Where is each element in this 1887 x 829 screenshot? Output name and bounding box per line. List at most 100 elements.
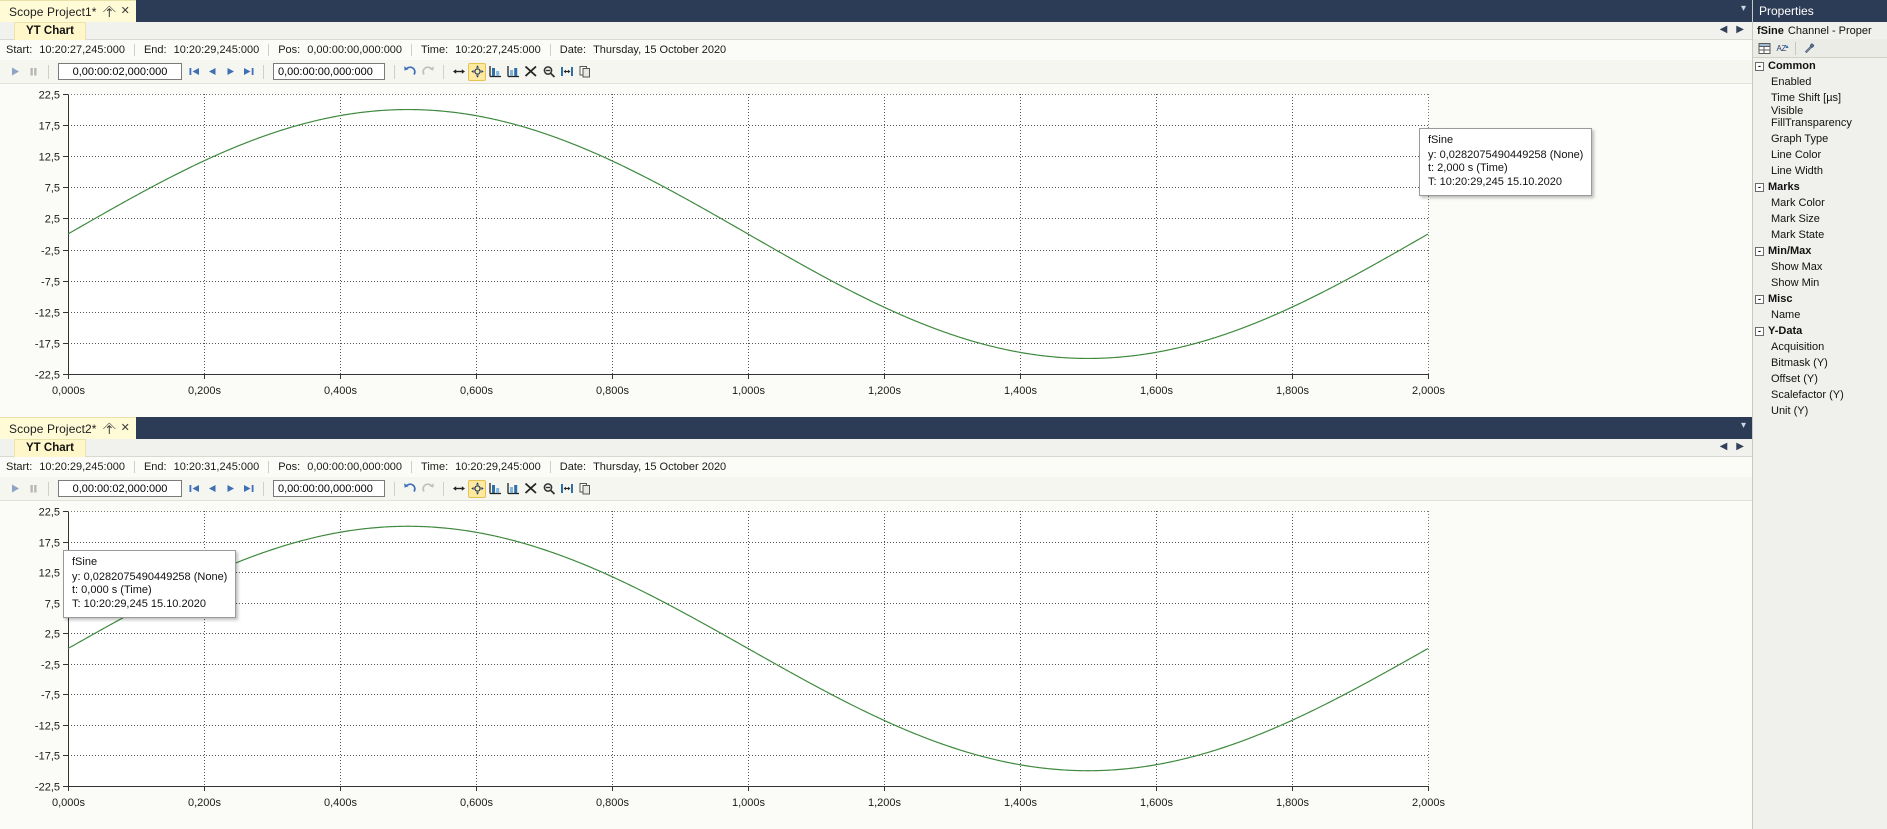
property-row-line-color[interactable]: Line Color [1753,147,1887,163]
zoom-x-icon[interactable] [504,480,522,498]
pan-horizontal-icon[interactable] [450,480,468,498]
document-tab-scope-project1[interactable]: Scope Project1* ⇱ ✕ [0,0,136,22]
close-icon[interactable]: ✕ [121,423,130,434]
property-row-filltransparency[interactable]: FillTransparency [1753,115,1887,131]
step-back-icon[interactable] [203,63,221,81]
property-row-line-width[interactable]: Line Width [1753,163,1887,179]
close-icon[interactable]: ✕ [121,6,130,17]
pause-icon[interactable] [24,63,42,81]
zoom-y-icon[interactable] [486,480,504,498]
tab-yt-chart-1[interactable]: YT Chart [14,21,86,40]
alphabetical-icon[interactable]: AZ [1774,40,1790,56]
property-row-mark-size[interactable]: Mark Size [1753,211,1887,227]
property-name: Show Min [1771,277,1820,289]
svg-text:1,800s: 1,800s [1276,385,1310,397]
copy-icon[interactable] [576,63,594,81]
pin-icon[interactable]: ⇱ [100,3,117,20]
group-collapse-icon[interactable]: - [1755,61,1764,71]
info-time-2: Time: 10:20:29,245:000 [421,461,550,473]
pan-icon[interactable] [468,479,486,498]
step-back-icon[interactable] [203,480,221,498]
go-to-start-icon[interactable] [185,480,203,498]
scroll-left-icon[interactable]: ◀ [1720,442,1728,452]
property-group-y-data[interactable]: - Y-Data [1753,323,1887,339]
copy-icon[interactable] [576,480,594,498]
redo-zoom-icon[interactable] [419,480,437,498]
svg-text:2,5: 2,5 [45,214,60,226]
property-row-acquisition[interactable]: Acquisition [1753,339,1887,355]
zoom-y-icon[interactable] [486,63,504,81]
svg-text:0,200s: 0,200s [188,797,222,809]
duration-input-1[interactable]: 0,00:00:02,000:000 [58,63,182,80]
property-group-min-max[interactable]: - Min/Max [1753,243,1887,259]
svg-text:-2,5: -2,5 [41,246,60,258]
undo-zoom-icon[interactable] [401,480,419,498]
tabstrip-overflow-chevron-down-icon[interactable]: ▾ [1741,421,1746,431]
go-to-end-icon[interactable] [239,480,257,498]
group-collapse-icon[interactable]: - [1755,246,1764,256]
go-to-start-icon[interactable] [185,63,203,81]
svg-text:0,000s: 0,000s [52,385,86,397]
scroll-left-icon[interactable]: ◀ [1720,25,1728,35]
fit-width-icon[interactable] [558,63,576,81]
chart-toolbar-1: 0,00:00:02,000:000 0,00:00:00,000:000 [0,60,1752,84]
svg-text:-22,5: -22,5 [35,782,60,794]
property-row-graph-type[interactable]: Graph Type [1753,131,1887,147]
property-row-bitmask-y-[interactable]: Bitmask (Y) [1753,355,1887,371]
property-row-scalefactor-y-[interactable]: Scalefactor (Y) [1753,387,1887,403]
tabstrip-overflow-chevron-down-icon[interactable]: ▾ [1741,4,1746,14]
zoom-out-icon[interactable] [540,480,558,498]
property-row-unit-y-[interactable]: Unit (Y) [1753,403,1887,419]
info-pos-value: 0,00:00:00,000:000 [307,44,403,56]
properties-subject: fSine Channel - Proper [1753,22,1887,39]
svg-text:22,5: 22,5 [39,90,60,102]
position-input-2[interactable]: 0,00:00:00,000:000 [273,480,385,497]
categorized-icon[interactable] [1756,40,1772,56]
svg-text:2,5: 2,5 [45,629,60,641]
zoom-out-icon[interactable] [540,63,558,81]
step-forward-icon[interactable] [221,63,239,81]
property-row-show-min[interactable]: Show Min [1753,275,1887,291]
yt-chart-plot-2[interactable]: 22,5 17,5 12,5 7,5 2,5 -2,5 -7,5 -12,5 -17,5 -22,… [0,501,1752,829]
property-row-mark-color[interactable]: Mark Color [1753,195,1887,211]
group-collapse-icon[interactable]: - [1755,182,1764,192]
property-group-marks[interactable]: - Marks [1753,179,1887,195]
redo-zoom-icon[interactable] [419,63,437,81]
pan-horizontal-icon[interactable] [450,63,468,81]
go-to-end-icon[interactable] [239,63,257,81]
property-row-enabled[interactable]: Enabled [1753,74,1887,90]
position-input-1[interactable]: 0,00:00:00,000:000 [273,63,385,80]
pin-icon[interactable]: ⇱ [100,420,117,437]
step-forward-icon[interactable] [221,480,239,498]
property-row-visible[interactable]: Visible [1753,106,1887,115]
document-tab-scope-project2[interactable]: Scope Project2* ⇱ ✕ [0,417,136,439]
property-row-time-shift-s-[interactable]: Time Shift [µs] [1753,90,1887,106]
undo-zoom-icon[interactable] [401,63,419,81]
property-row-mark-state[interactable]: Mark State [1753,227,1887,243]
pause-icon[interactable] [24,480,42,498]
scroll-right-icon[interactable]: ▶ [1736,25,1744,35]
chart-svg-2: 22,5 17,5 12,5 7,5 2,5 -2,5 -7,5 -12,5 -17,5 -22,… [0,501,1752,829]
svg-text:1,400s: 1,400s [1004,797,1038,809]
group-collapse-icon[interactable]: - [1755,294,1764,304]
play-icon[interactable] [6,63,24,81]
property-name: Name [1771,309,1801,321]
pan-icon[interactable] [468,62,486,81]
svg-text:0,600s: 0,600s [460,797,494,809]
fit-width-icon[interactable] [558,480,576,498]
group-collapse-icon[interactable]: - [1755,326,1764,336]
yt-chart-plot-1[interactable]: 22,5 17,5 12,5 7,5 2,5 -2,5 -7,5 -12,5 -17,5 -22,… [0,84,1752,417]
zoom-x-icon[interactable] [504,63,522,81]
property-pages-icon[interactable] [1801,40,1817,56]
tab-yt-chart-2[interactable]: YT Chart [14,438,86,457]
clear-icon[interactable] [522,63,540,81]
clear-icon[interactable] [522,480,540,498]
property-group-misc[interactable]: - Misc [1753,291,1887,307]
property-row-show-max[interactable]: Show Max [1753,259,1887,275]
property-row-offset-y-[interactable]: Offset (Y) [1753,371,1887,387]
scroll-right-icon[interactable]: ▶ [1736,442,1744,452]
duration-input-2[interactable]: 0,00:00:02,000:000 [58,480,182,497]
property-row-name[interactable]: Name [1753,307,1887,323]
play-icon[interactable] [6,480,24,498]
property-group-common[interactable]: - Common [1753,58,1887,74]
